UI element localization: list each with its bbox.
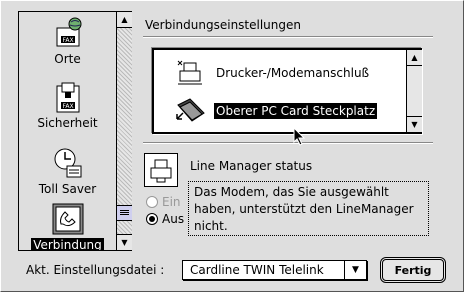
clock-phone-icon: [51, 146, 85, 180]
radio-label: Aus: [162, 212, 185, 226]
printer-port-icon: [174, 57, 206, 89]
sidebar-item-label: Verbindung: [31, 238, 104, 250]
sidebar-item-verbindung[interactable]: Verbindung: [19, 202, 116, 250]
svg-text:FAX: FAX: [62, 37, 73, 44]
info-text: Das Modem, das Sie ausgewählt haben, unt…: [188, 181, 429, 236]
line-manager-icon: [144, 153, 178, 187]
pc-card-icon: [174, 95, 206, 127]
sidebar-item-sicherheit[interactable]: FAX Sicherheit: [19, 80, 116, 131]
scroll-thumb[interactable]: [117, 205, 132, 221]
sidebar-item-label: Toll Saver: [38, 182, 97, 196]
radio-button-icon: [146, 213, 158, 225]
sidebar-item-label: Orte: [54, 52, 81, 66]
scroll-up-arrow-icon[interactable]: ▲: [407, 50, 422, 66]
port-label: Oberer PC Card Steckplatz: [214, 103, 378, 119]
phone-connection-icon: [51, 202, 85, 236]
port-list: Drucker-/Modemanschluß Oberer PC Card St…: [154, 50, 406, 132]
radio-label: Ein: [162, 195, 181, 209]
divider: [143, 142, 433, 144]
radio-button-icon: [146, 196, 158, 208]
section-title: Verbindungseinstellungen: [145, 18, 301, 32]
port-item-pc-card[interactable]: Oberer PC Card Steckplatz: [154, 92, 406, 130]
sidebar-list: FAX Orte FAX Sicherheit Toll Saver Verbi…: [19, 12, 116, 250]
status-title: Line Manager status: [190, 159, 313, 173]
svg-text:FAX: FAX: [62, 103, 73, 110]
settings-file-label: Akt. Einstellungsdatei :: [26, 263, 165, 277]
sidebar-item-toll-saver[interactable]: Toll Saver: [19, 146, 116, 197]
mouse-pointer-icon: [293, 127, 306, 146]
port-item-modem[interactable]: Drucker-/Modemanschluß: [154, 54, 406, 92]
radio-aus[interactable]: Aus: [146, 212, 184, 226]
settings-file-value: Cardline TWIN Telelink: [190, 263, 324, 277]
sidebar: FAX Orte FAX Sicherheit Toll Saver Verbi…: [18, 11, 132, 251]
fertig-button[interactable]: Fertig: [380, 257, 446, 283]
sidebar-item-orte[interactable]: FAX Orte: [19, 16, 116, 67]
radio-ein[interactable]: Ein: [146, 195, 181, 209]
scroll-down-arrow-icon[interactable]: ▼: [407, 116, 422, 132]
port-list-box: Drucker-/Modemanschluß Oberer PC Card St…: [152, 48, 422, 134]
chevron-down-icon: ▼: [344, 261, 366, 279]
scroll-down-arrow-icon[interactable]: ▼: [117, 234, 132, 250]
port-list-scrollbar[interactable]: ▲ ▼: [406, 50, 422, 132]
scroll-up-arrow-icon[interactable]: ▲: [117, 12, 132, 28]
fax-lock-icon: FAX: [51, 80, 85, 114]
sidebar-scrollbar[interactable]: ▲ ▼: [116, 12, 132, 250]
divider: [143, 36, 433, 38]
control-panel-window: FAX Orte FAX Sicherheit Toll Saver Verbi…: [0, 0, 464, 292]
globe-fax-icon: FAX: [51, 16, 85, 50]
settings-file-popup[interactable]: Cardline TWIN Telelink ▼: [182, 260, 367, 280]
sidebar-item-label: Sicherheit: [37, 116, 98, 130]
port-label: Drucker-/Modemanschluß: [216, 66, 370, 80]
